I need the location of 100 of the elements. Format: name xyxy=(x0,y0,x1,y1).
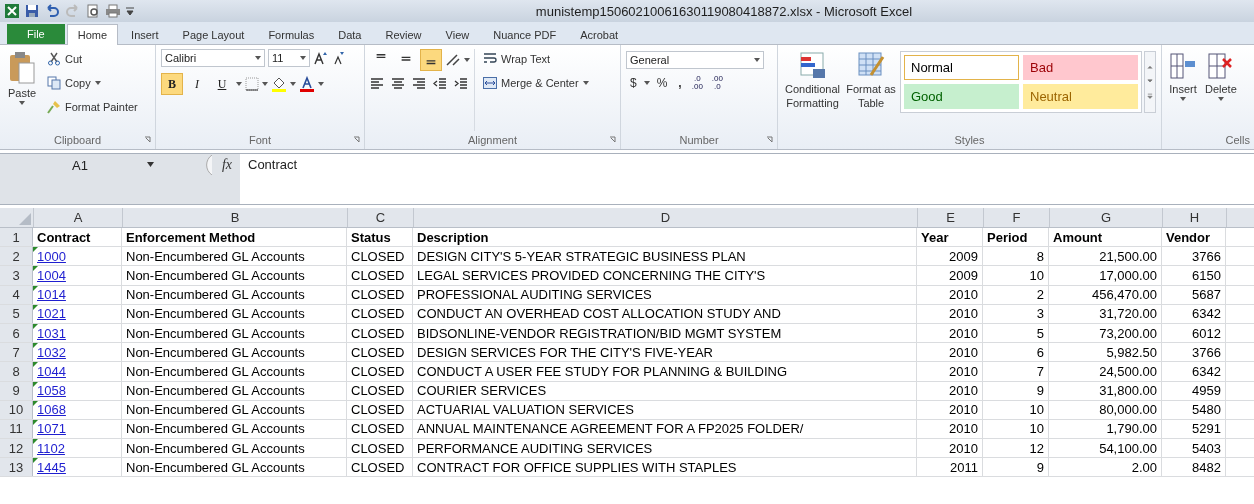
row-header[interactable]: 13 xyxy=(0,458,33,477)
print-icon[interactable] xyxy=(105,4,121,18)
cell-link[interactable]: 1032 xyxy=(37,344,66,360)
row-header[interactable]: 1 xyxy=(0,228,33,247)
ribbon-tab[interactable]: View xyxy=(434,24,481,44)
cell-link[interactable]: 1000 xyxy=(37,248,66,264)
cell-style-option[interactable]: Good xyxy=(904,84,1019,109)
format-as-table-button[interactable]: Format as Table xyxy=(844,49,898,131)
paste-button[interactable]: Paste xyxy=(5,49,39,131)
column-header[interactable]: B xyxy=(123,208,348,227)
table-cell: 17,000.00 xyxy=(1099,267,1157,283)
file-tab[interactable]: File xyxy=(7,24,65,44)
cell-link[interactable]: 1445 xyxy=(37,459,66,475)
customize-menu-icon[interactable] xyxy=(126,6,134,16)
format-painter-button[interactable]: Format Painter xyxy=(45,97,140,117)
align-left-icon[interactable] xyxy=(370,77,384,91)
ribbon-tab[interactable]: Review xyxy=(374,24,433,44)
cell-link[interactable]: 1014 xyxy=(37,287,66,303)
column-header[interactable]: H xyxy=(1163,208,1227,227)
name-box[interactable]: A1 xyxy=(0,154,160,176)
ribbon-tab[interactable]: Acrobat xyxy=(569,24,630,44)
percent-button[interactable]: % xyxy=(652,76,672,90)
table-cell: 31,720.00 xyxy=(1099,306,1157,322)
cell-link[interactable]: 1058 xyxy=(37,383,66,399)
underline-button[interactable]: U xyxy=(211,73,233,95)
fill-color-icon[interactable] xyxy=(271,76,287,92)
column-header[interactable]: E xyxy=(918,208,984,227)
row-header[interactable]: 8 xyxy=(0,362,33,381)
error-indicator-icon xyxy=(33,362,38,368)
group-label: Number xyxy=(679,134,719,146)
cell-link[interactable]: 1102 xyxy=(37,440,65,456)
undo-icon[interactable] xyxy=(44,4,60,18)
decrease-decimal-button[interactable]: .00 .0 xyxy=(708,75,726,91)
cut-button[interactable]: Cut xyxy=(45,49,140,69)
conditional-formatting-button[interactable]: Conditional Formatting xyxy=(783,49,843,131)
dialog-launcher-icon[interactable] xyxy=(353,136,361,144)
font-size-field[interactable]: 11 xyxy=(268,49,310,67)
cell-link[interactable]: 1044 xyxy=(37,363,66,379)
shrink-font-icon[interactable] xyxy=(332,51,346,65)
table-cell: 6150 xyxy=(1192,267,1221,283)
ribbon-tab[interactable]: Data xyxy=(327,24,373,44)
bold-button[interactable]: B xyxy=(161,73,183,95)
column-header[interactable]: A xyxy=(34,208,123,227)
formula-field[interactable]: Contract xyxy=(240,154,1254,204)
merge-center-button[interactable]: Merge & Center xyxy=(481,73,591,93)
dropdown-caret-icon xyxy=(290,82,296,86)
insert-cells-button[interactable]: Insert xyxy=(1167,49,1199,131)
ribbon-tab[interactable]: Home xyxy=(66,24,119,45)
column-header[interactable]: C xyxy=(348,208,414,227)
table-cell: 2010 xyxy=(949,287,978,303)
delete-cells-button[interactable]: Delete xyxy=(1203,49,1239,131)
table-cell: 5403 xyxy=(1192,440,1221,456)
borders-icon[interactable] xyxy=(245,77,259,91)
grow-font-icon[interactable] xyxy=(313,51,329,65)
column-heading: Year xyxy=(921,229,949,245)
increase-indent-icon[interactable] xyxy=(454,77,468,91)
orientation-icon[interactable] xyxy=(445,53,461,67)
row-header[interactable]: 3 xyxy=(0,266,33,285)
align-center-icon[interactable] xyxy=(391,77,405,91)
ribbon-tab[interactable]: Nuance PDF xyxy=(482,24,568,44)
table-cell: DESIGN SERVICES FOR THE CITY'S FIVE-YEAR xyxy=(417,344,713,360)
dialog-launcher-icon[interactable] xyxy=(144,136,152,144)
save-icon[interactable] xyxy=(25,4,39,18)
increase-decimal-button[interactable]: .0 .00 xyxy=(688,75,706,91)
number-format-field[interactable]: General xyxy=(626,51,764,69)
decrease-indent-icon[interactable] xyxy=(433,77,447,91)
comma-style-button[interactable]: , xyxy=(674,76,686,90)
currency-button[interactable]: $ xyxy=(626,76,641,90)
table-cell: 3766 xyxy=(1192,344,1221,360)
spreadsheet-app-icon[interactable] xyxy=(4,3,20,19)
column-header[interactable]: G xyxy=(1050,208,1163,227)
cell-link[interactable]: 1021 xyxy=(37,306,66,322)
cell-style-option[interactable]: Bad xyxy=(1023,55,1138,80)
cell-link[interactable]: 1068 xyxy=(37,402,66,418)
cell-style-option[interactable]: Neutral xyxy=(1023,84,1138,109)
ribbon-tab[interactable]: Page Layout xyxy=(171,24,256,44)
row-header[interactable]: 12 xyxy=(0,439,33,458)
cell-style-option[interactable]: Normal xyxy=(904,55,1019,80)
ribbon-tab[interactable]: Formulas xyxy=(257,24,326,44)
row-header[interactable]: 2 xyxy=(0,247,33,266)
cell-link[interactable]: 1031 xyxy=(37,325,66,341)
cell-link[interactable]: 1004 xyxy=(37,267,66,283)
italic-button[interactable]: I xyxy=(186,73,208,95)
ribbon-tab[interactable]: Insert xyxy=(120,24,170,44)
print-preview-icon[interactable] xyxy=(86,4,100,18)
dialog-launcher-icon[interactable] xyxy=(609,136,617,144)
dialog-launcher-icon[interactable] xyxy=(766,136,774,144)
font-color-icon[interactable] xyxy=(299,76,315,92)
copy-button[interactable]: Copy xyxy=(45,73,140,93)
insert-function-button[interactable]: fx xyxy=(221,157,232,173)
font-name-field[interactable]: Calibri xyxy=(161,49,265,67)
column-header[interactable]: F xyxy=(984,208,1050,227)
table-cell: 2010 xyxy=(949,383,978,399)
align-right-icon[interactable] xyxy=(412,77,426,91)
dropdown-caret-icon xyxy=(582,81,589,85)
row-header[interactable]: 7 xyxy=(0,343,33,362)
cell-link[interactable]: 1071 xyxy=(37,421,66,437)
table-cell: CLOSED xyxy=(351,287,405,303)
column-header[interactable]: D xyxy=(414,208,918,227)
wrap-text-button[interactable]: Wrap Text xyxy=(481,49,591,69)
